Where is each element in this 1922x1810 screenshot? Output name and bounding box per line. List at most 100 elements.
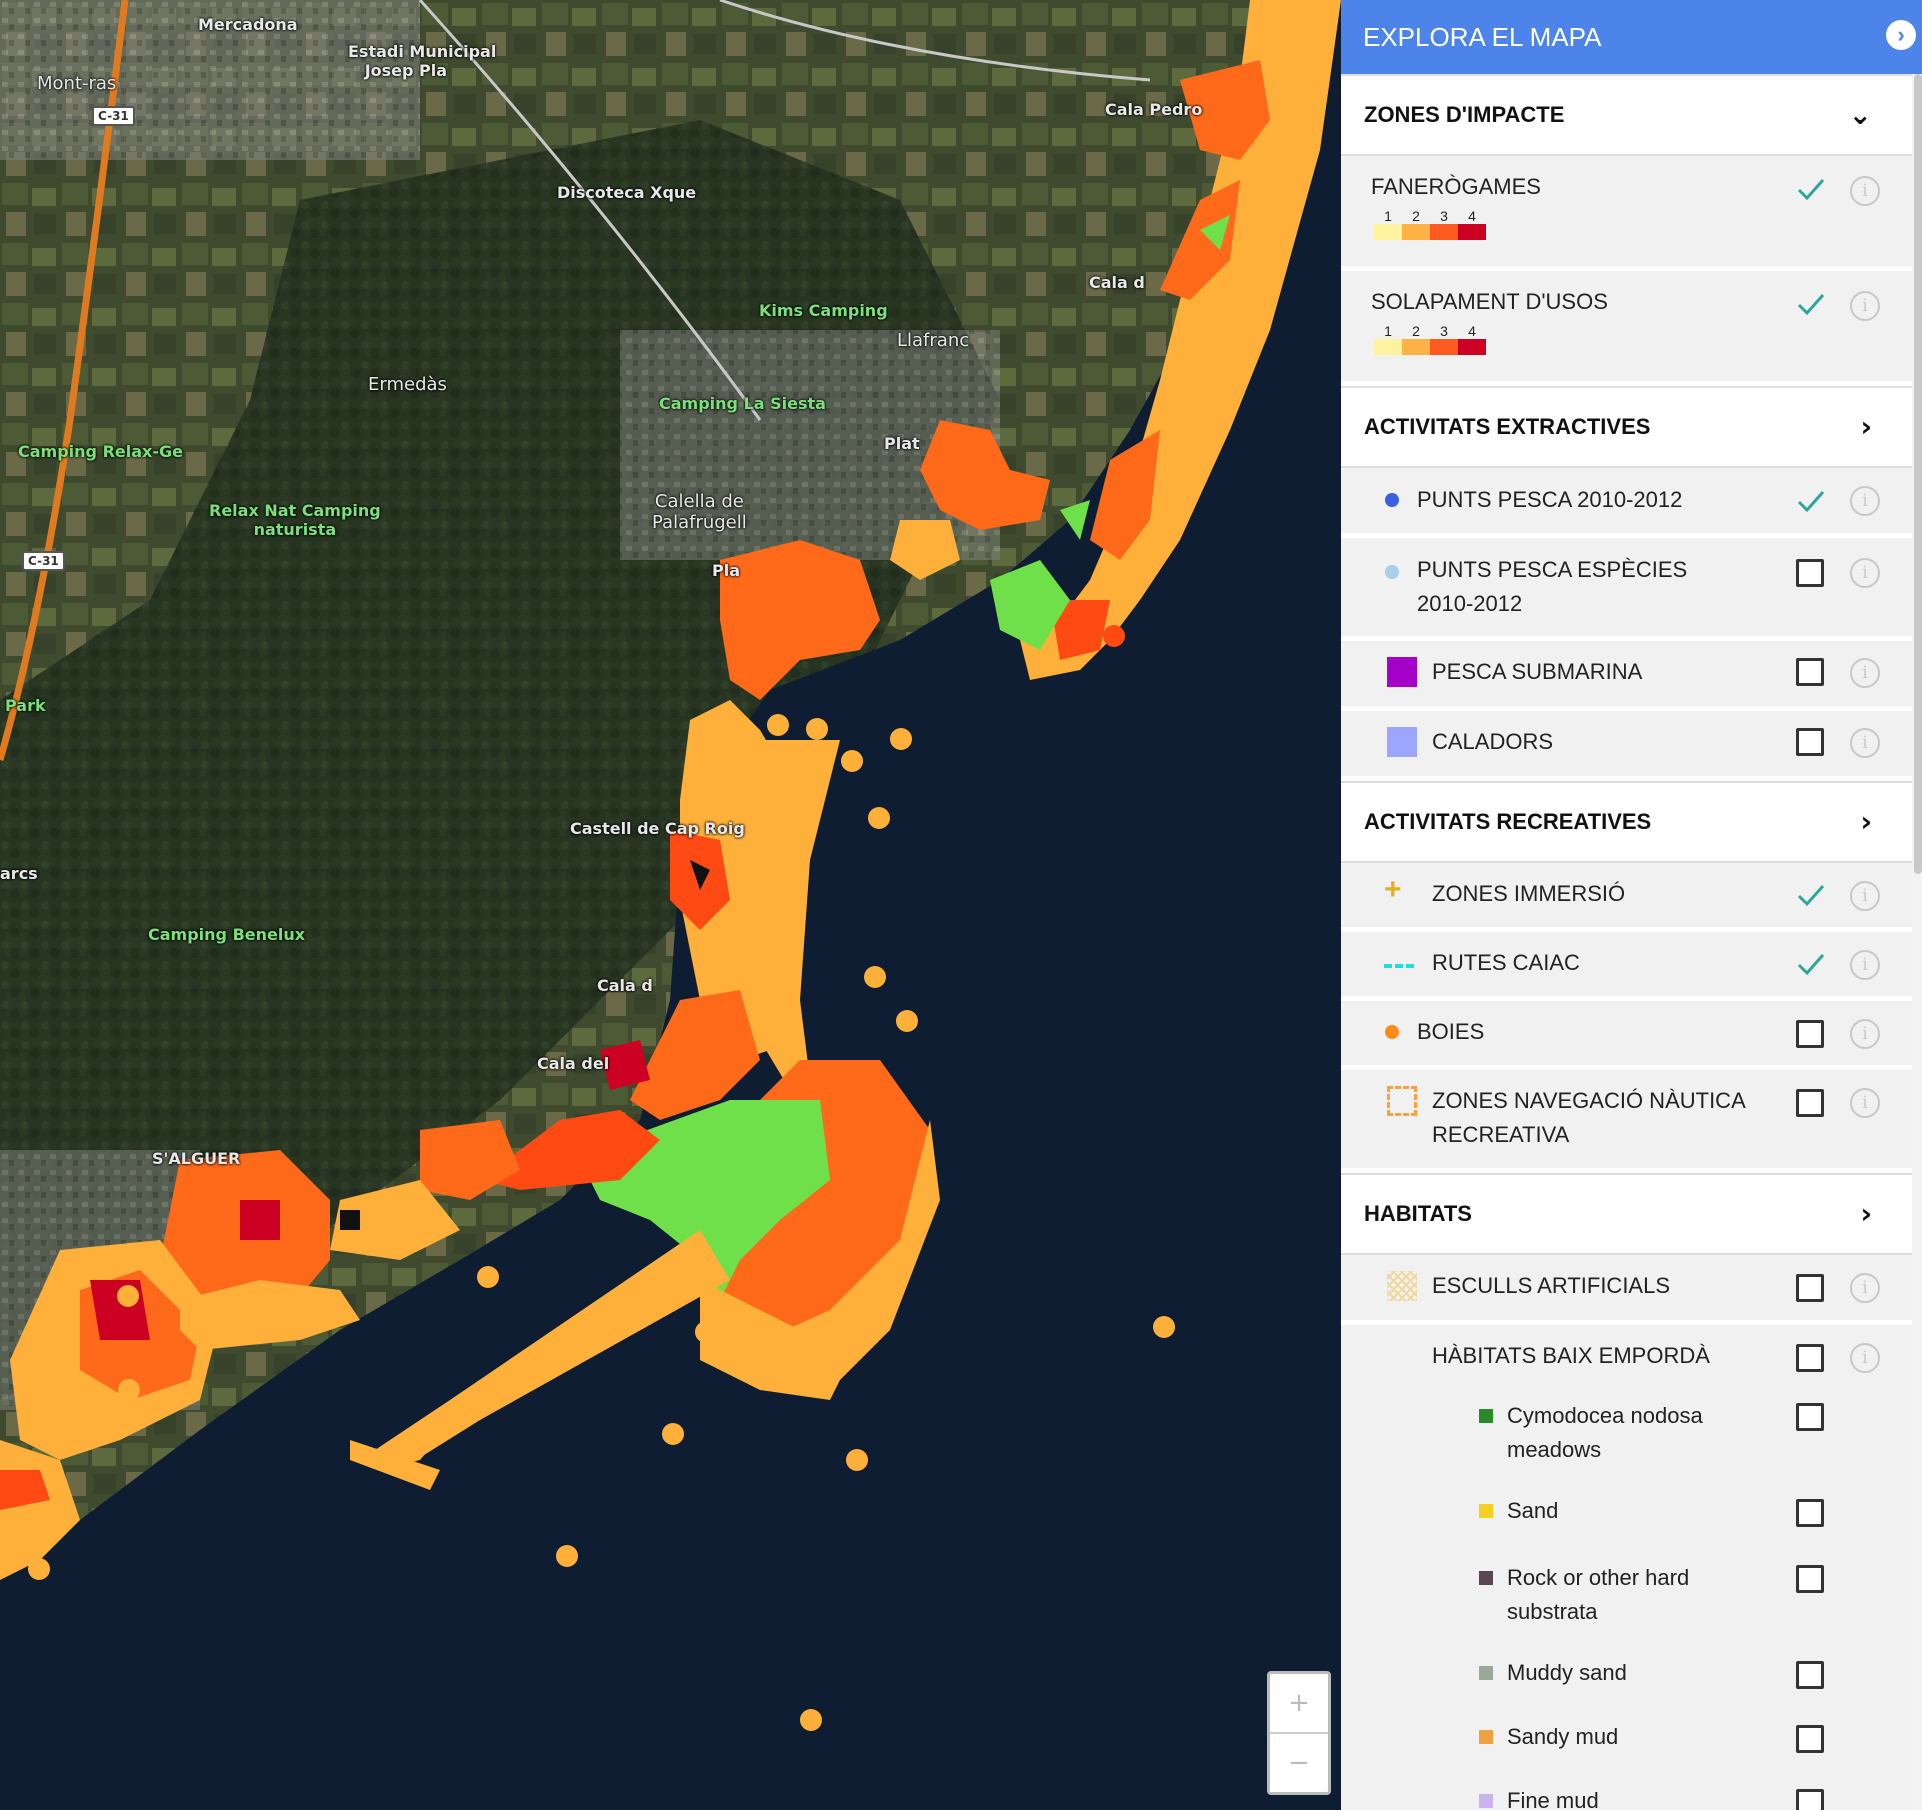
collapse-panel-icon[interactable]: › <box>1886 20 1916 50</box>
layer-boies[interactable]: BOIES i <box>1341 1001 1912 1070</box>
chevron-right-icon[interactable]: › <box>1860 410 1872 443</box>
map-label-cala-d: Cala d <box>597 976 653 995</box>
layer-label: SOLAPAMENT D'USOS <box>1371 289 1608 314</box>
info-icon[interactable]: i <box>1850 728 1880 758</box>
section-habitats[interactable]: HABITATS › <box>1341 1173 1912 1255</box>
map-label-camping-benelux: Camping Benelux <box>148 925 306 944</box>
checkbox[interactable] <box>1796 1661 1824 1689</box>
checkbox[interactable] <box>1796 1274 1824 1302</box>
layer-punts-pesca-especies[interactable]: PUNTS PESCA ESPÈCIES 2010-2012 i <box>1341 538 1912 641</box>
section-zones-impacte[interactable]: ZONES D'IMPACTE ⌄ <box>1341 74 1912 156</box>
checkmark-icon[interactable] <box>1796 289 1826 319</box>
info-icon[interactable]: i <box>1850 558 1880 588</box>
layer-label: ZONES NAVEGACIÓ NÀUTICA RECREATIVA <box>1432 1088 1746 1147</box>
orange-dot-icon <box>1385 1025 1399 1039</box>
dashed-line-icon <box>1384 964 1414 968</box>
info-icon[interactable]: i <box>1850 176 1880 206</box>
layer-faner[interactable]: FANERÒGAMES 1234 i <box>1341 156 1912 271</box>
checkbox[interactable] <box>1796 1089 1824 1117</box>
habitat-muddy-sand[interactable]: Muddy sand <box>1341 1651 1912 1715</box>
layer-pesca-submarina[interactable]: PESCA SUBMARINA i <box>1341 641 1912 711</box>
layer-punts-pesca[interactable]: PUNTS PESCA 2010-2012 i <box>1341 468 1912 538</box>
habitat-sandy-mud[interactable]: Sandy mud <box>1341 1715 1912 1779</box>
zoom-control: + − <box>1267 1671 1331 1795</box>
layer-caladors[interactable]: CALADORS i <box>1341 711 1912 781</box>
checkbox[interactable] <box>1796 1725 1824 1753</box>
layer-label: Rock or other hard substrata <box>1507 1565 1690 1624</box>
map-label-pla: Pla <box>712 561 741 580</box>
info-icon[interactable]: i <box>1850 1343 1880 1373</box>
checkmark-icon[interactable] <box>1796 880 1826 910</box>
layer-habitats-baix-emporda[interactable]: HÀBITATS BAIX EMPORDÀ i <box>1341 1325 1912 1391</box>
layer-label: Sandy mud <box>1507 1724 1619 1749</box>
yellow-square-icon <box>1479 1504 1493 1518</box>
layer-label: Cymodocea nodosa meadows <box>1507 1403 1703 1462</box>
map-label-mercadona: Mercadona <box>198 15 298 34</box>
info-icon[interactable]: i <box>1850 1088 1880 1118</box>
checkbox[interactable] <box>1796 1403 1824 1431</box>
checkbox[interactable] <box>1796 1789 1824 1810</box>
map-label-ermedas: Ermedàs <box>368 374 447 395</box>
habitat-rock[interactable]: Rock or other hard substrata <box>1341 1553 1912 1651</box>
layer-rutes-caiac[interactable]: RUTES CAIAC i <box>1341 932 1912 1001</box>
info-icon[interactable]: i <box>1850 658 1880 688</box>
checkbox[interactable] <box>1796 658 1824 686</box>
lilac-square-icon <box>1479 1794 1493 1808</box>
hatched-pattern-icon <box>1387 1271 1417 1301</box>
habitat-fine-mud[interactable]: Fine mud <box>1341 1779 1912 1810</box>
map-label-camping-la-siesta: Camping La Siesta <box>659 394 826 413</box>
map-label-camping-relax-ge: Camping Relax-Ge <box>18 442 183 461</box>
layer-label: ZONES IMMERSIÓ <box>1432 881 1626 906</box>
habitat-cymodocea[interactable]: Cymodocea nodosa meadows <box>1341 1391 1912 1489</box>
zoom-in-button[interactable]: + <box>1270 1674 1328 1734</box>
plus-icon: + <box>1384 873 1402 906</box>
map-label-estadi: Estadi Municipal Josep Pla <box>348 42 497 80</box>
section-activitats-recreatives[interactable]: ACTIVITATS RECREATIVES › <box>1341 781 1912 863</box>
chevron-right-icon[interactable]: › <box>1860 1197 1872 1230</box>
map-canvas[interactable] <box>0 0 1341 1810</box>
habitat-sand[interactable]: Sand <box>1341 1489 1912 1553</box>
layer-solap[interactable]: SOLAPAMENT D'USOS 1234 i <box>1341 271 1912 386</box>
layer-esculls-artificials[interactable]: ESCULLS ARTIFICIALS i <box>1341 1255 1912 1325</box>
green-square-icon <box>1479 1409 1493 1423</box>
info-icon[interactable]: i <box>1850 881 1880 911</box>
map-label-llafranc: Llafranc <box>897 330 970 351</box>
light-blue-dot-icon <box>1385 565 1399 579</box>
panel-scrollbar[interactable] <box>1914 74 1922 874</box>
section-title: ACTIVITATS RECREATIVES <box>1364 809 1652 834</box>
checkbox[interactable] <box>1796 728 1824 756</box>
section-title: ACTIVITATS EXTRACTIVES <box>1364 414 1651 439</box>
checkbox[interactable] <box>1796 1499 1824 1527</box>
orange-square-icon <box>1479 1730 1493 1744</box>
zoom-out-button[interactable]: − <box>1270 1734 1328 1792</box>
layer-label: Sand <box>1507 1498 1559 1523</box>
purple-square-icon <box>1387 657 1417 687</box>
layer-zones-immersio[interactable]: + ZONES IMMERSIÓ i <box>1341 863 1912 932</box>
info-icon[interactable]: i <box>1850 1273 1880 1303</box>
info-icon[interactable]: i <box>1850 291 1880 321</box>
checkbox[interactable] <box>1796 1565 1824 1593</box>
checkmark-icon[interactable] <box>1796 949 1826 979</box>
checkbox[interactable] <box>1796 1020 1824 1048</box>
layer-label: HÀBITATS BAIX EMPORDÀ <box>1432 1343 1710 1368</box>
section-title: HABITATS <box>1364 1201 1472 1226</box>
checkmark-icon[interactable] <box>1796 174 1826 204</box>
chevron-down-icon[interactable]: ⌄ <box>1849 98 1872 131</box>
panel-header: EXPLORA EL MAPA › <box>1341 0 1922 74</box>
info-icon[interactable]: i <box>1850 486 1880 516</box>
map-label-discoteca: Discoteca Xque <box>557 183 697 202</box>
info-icon[interactable]: i <box>1850 950 1880 980</box>
checkbox[interactable] <box>1796 559 1824 587</box>
chevron-right-icon[interactable]: › <box>1860 805 1872 838</box>
info-icon[interactable]: i <box>1850 1019 1880 1049</box>
map-label-calella: Calella de Palafrugell <box>652 491 747 533</box>
layer-zones-navegacio[interactable]: ZONES NAVEGACIÓ NÀUTICA RECREATIVA i <box>1341 1070 1912 1173</box>
map-view[interactable]: Mercadona Estadi Municipal Josep Pla Mon… <box>0 0 1341 1810</box>
map-label-cala-dau: Cala d <box>1089 273 1145 292</box>
impact-scale-legend: 1234 <box>1374 323 1486 355</box>
map-label-castell-cap-roig: Castell de Cap Roig <box>570 819 745 838</box>
panel-title: EXPLORA EL MAPA <box>1363 21 1602 52</box>
checkmark-icon[interactable] <box>1796 486 1826 516</box>
section-activitats-extractives[interactable]: ACTIVITATS EXTRACTIVES › <box>1341 386 1912 468</box>
checkbox[interactable] <box>1796 1344 1824 1372</box>
